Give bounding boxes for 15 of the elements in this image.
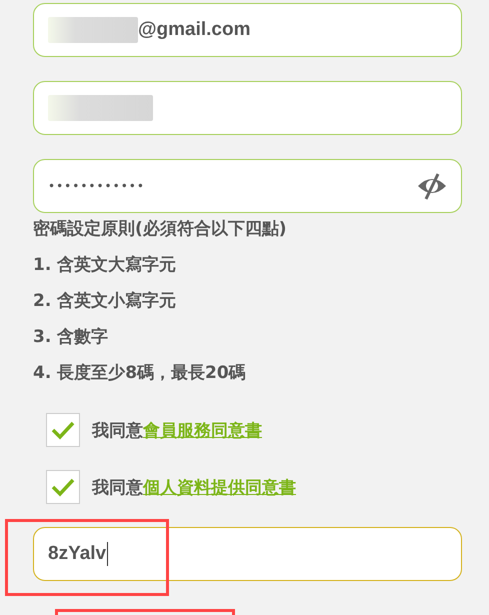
password-rule: 3. 含數字 — [33, 326, 110, 349]
agreement-label: 我同意個人資料提供同意書 — [92, 476, 296, 498]
password-rule: 2. 含英文小寫字元 — [33, 290, 178, 313]
checkbox[interactable] — [46, 413, 80, 447]
password-rule: 1. 含英文大寫字元 — [33, 254, 178, 277]
email-field[interactable]: @gmail.com — [33, 3, 462, 57]
password-rule: 4. 長度至少8碼，最長20碼 — [33, 362, 247, 385]
check-icon — [51, 420, 75, 440]
input-field[interactable] — [33, 81, 462, 135]
captcha-field[interactable]: 8zYalv — [33, 527, 462, 581]
checkbox[interactable] — [46, 470, 80, 504]
password-field[interactable]: •••••••••••• — [33, 159, 462, 213]
password-rules-title: 密碼設定原則(必須符合以下四點) — [33, 218, 288, 241]
check-icon — [51, 477, 75, 497]
agreement-label: 我同意會員服務同意書 — [92, 420, 262, 442]
